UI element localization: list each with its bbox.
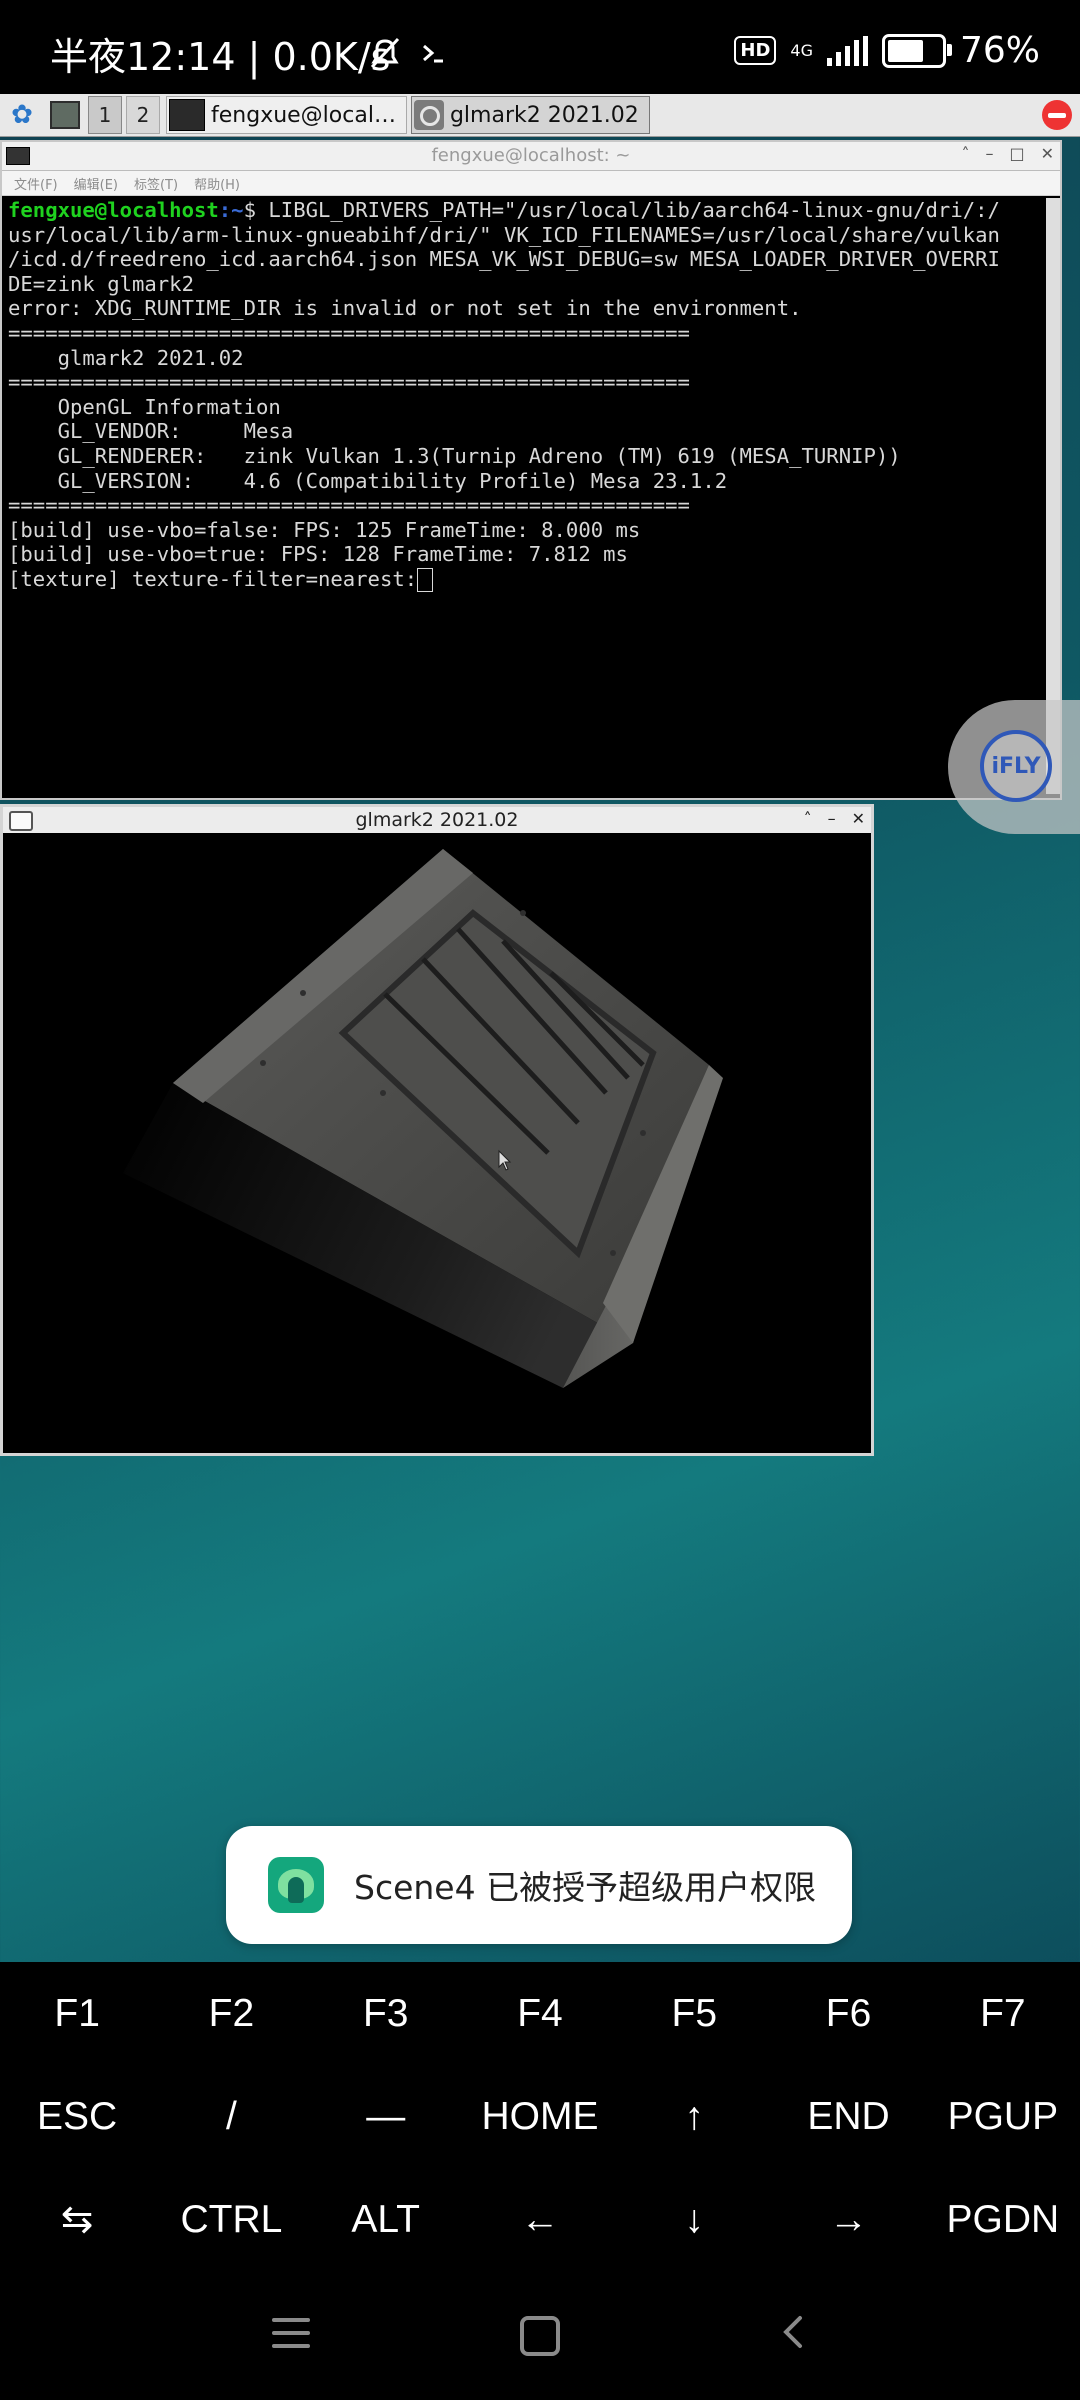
key-ctrl[interactable]: CTRL <box>154 2168 308 2271</box>
terminal-line: OpenGL Information <box>8 394 281 419</box>
window-up-icon[interactable]: ˄ <box>961 144 969 163</box>
prompt-path: :~ <box>218 198 244 222</box>
terminal-prompt-icon <box>423 44 443 63</box>
prompt-symbol: $ <box>243 198 269 222</box>
terminal-line: error: XDG_RUNTIME_DIR is invalid or not… <box>8 296 802 321</box>
gear-icon <box>413 100 444 130</box>
taskbar-item-glmark2[interactable]: glmark2 2021.02 <box>410 96 650 134</box>
terminal-menubar: 文件(F) 编辑(E) 标签(T) 帮助(H) <box>2 171 1060 196</box>
key-esc[interactable]: ESC <box>0 2065 154 2168</box>
status-bar: 半夜12:14 | 0.0K/s HD 4G 76% <box>0 0 1080 94</box>
glmark2-render-canvas[interactable] <box>3 833 871 1453</box>
bell-muted-icon <box>370 37 400 69</box>
text-cursor <box>417 567 434 592</box>
terminal-line: LIBGL_DRIVERS_PATH="/usr/local/lib/aarch… <box>268 198 1000 222</box>
terminal-title: fengxue@localhost: ~ <box>431 145 631 166</box>
key-right[interactable]: → <box>771 2168 925 2271</box>
menu-edit[interactable]: 编辑(E) <box>74 174 118 193</box>
key-f3[interactable]: F3 <box>309 1962 463 2065</box>
battery-icon <box>881 33 952 68</box>
show-desktop-icon[interactable] <box>50 101 80 129</box>
key-dash[interactable]: — <box>309 2065 463 2168</box>
battery-percent: 76% <box>959 30 1040 71</box>
glmark2-titlebar[interactable]: glmark2 2021.02 ˄ – ✕ <box>3 807 871 834</box>
key-up[interactable]: ↑ <box>617 2065 771 2168</box>
terminal-line: GL_VERSION: 4.6 (Compatibility Profile) … <box>8 468 728 493</box>
taskbar-item-terminal[interactable]: fengxue@local… <box>166 96 407 134</box>
terminal-line: ========================================… <box>8 370 690 395</box>
key-tab[interactable]: ⇆ <box>0 2168 154 2271</box>
app-menu-icon[interactable]: ✿ <box>0 94 44 136</box>
terminal-line: GL_RENDERER: zink Vulkan 1.3(Turnip Adre… <box>8 443 901 468</box>
terminal-line: ========================================… <box>8 320 690 345</box>
navigation-bar <box>0 2272 1080 2400</box>
back-icon[interactable] <box>774 2312 814 2352</box>
terminal-output[interactable]: fengxue@localhost:~$ LIBGL_DRIVERS_PATH=… <box>8 198 1042 794</box>
terminal-icon <box>169 99 205 131</box>
key-f2[interactable]: F2 <box>154 1962 308 2065</box>
toast-message: Scene4 已被授予超级用户权限 <box>354 1868 817 1907</box>
glmark2-window[interactable]: glmark2 2021.02 ˄ – ✕ <box>0 804 874 1456</box>
close-button[interactable]: ✕ <box>852 809 865 828</box>
terminal-line: GL_VENDOR: Mesa <box>8 419 294 444</box>
key-f4[interactable]: F4 <box>463 1962 617 2065</box>
key-f5[interactable]: F5 <box>617 1962 771 2065</box>
taskbar-item-label: fengxue@local… <box>211 102 396 128</box>
terminal-line: DE=zink glmark2 <box>8 271 194 296</box>
signal-icon <box>826 35 868 66</box>
key-f6[interactable]: F6 <box>771 1962 925 2065</box>
menu-help[interactable]: 帮助(H) <box>194 174 240 193</box>
glmark2-title: glmark2 2021.02 <box>355 809 519 831</box>
key-slash[interactable]: / <box>154 2065 308 2168</box>
extra-keys-bar: F1 F2 F3 F4 F5 F6 F7 ESC / — HOME ↑ END … <box>0 1962 1080 2272</box>
ifly-logo-icon: iFLY <box>980 730 1052 802</box>
desktop-panel: ✿ 1 2 fengxue@local… glmark2 2021.02 <box>0 94 1080 137</box>
window-up-icon[interactable]: ˄ <box>804 809 812 828</box>
toast-notification: Scene4 已被授予超级用户权限 <box>226 1826 852 1944</box>
minimize-button[interactable]: – <box>985 144 993 163</box>
workspace-2[interactable]: 2 <box>126 96 160 134</box>
terminal-line: [build] use-vbo=false: FPS: 125 FrameTim… <box>8 517 641 542</box>
key-alt[interactable]: ALT <box>309 2168 463 2271</box>
key-f7[interactable]: F7 <box>926 1962 1080 2065</box>
workspace-1[interactable]: 1 <box>88 96 122 134</box>
terminal-window[interactable]: fengxue@localhost: ~ ˄ – □ ✕ 文件(F) 编辑(E)… <box>0 140 1062 800</box>
key-pgdn[interactable]: PGDN <box>926 2168 1080 2271</box>
terminal-line: glmark2 2021.02 <box>8 345 244 370</box>
menu-tabs[interactable]: 标签(T) <box>134 174 178 193</box>
ifly-floating-button[interactable]: iFLY <box>948 700 1080 834</box>
exit-icon[interactable] <box>1042 100 1072 130</box>
status-time: 半夜12:14 | 0.0K/s <box>50 35 391 79</box>
menu-file[interactable]: 文件(F) <box>14 174 58 193</box>
prompt-user: fengxue@localhost <box>8 198 219 222</box>
network-type: 4G <box>790 40 813 60</box>
key-left[interactable]: ← <box>463 2168 617 2271</box>
terminal-line: /icd.d/freedreno_icd.aarch64.json MESA_V… <box>8 247 1000 272</box>
terminal-line: [build] use-vbo=true: FPS: 128 FrameTime… <box>8 542 628 567</box>
maximize-button[interactable]: □ <box>1009 144 1024 163</box>
key-home[interactable]: HOME <box>463 2065 617 2168</box>
close-button[interactable]: ✕ <box>1041 144 1054 163</box>
recents-menu-icon[interactable] <box>272 2318 310 2357</box>
taskbar-item-label: glmark2 2021.02 <box>449 102 639 128</box>
home-icon[interactable] <box>520 2316 560 2356</box>
key-down[interactable]: ↓ <box>617 2168 771 2271</box>
scene-app-icon <box>268 1857 324 1913</box>
key-pgup[interactable]: PGUP <box>926 2065 1080 2168</box>
hd-icon: HD <box>734 36 777 65</box>
key-end[interactable]: END <box>771 2065 925 2168</box>
wooden-crate-render <box>123 849 723 1388</box>
key-f1[interactable]: F1 <box>0 1962 154 2065</box>
terminal-line: usr/local/lib/arm-linux-gnueabihf/dri/" … <box>8 222 1000 247</box>
terminal-line: [texture] texture-filter=nearest: <box>8 566 418 591</box>
minimize-button[interactable]: – <box>828 809 836 828</box>
terminal-line: ========================================… <box>8 493 690 518</box>
terminal-titlebar[interactable]: fengxue@localhost: ~ ˄ – □ ✕ <box>2 142 1060 171</box>
